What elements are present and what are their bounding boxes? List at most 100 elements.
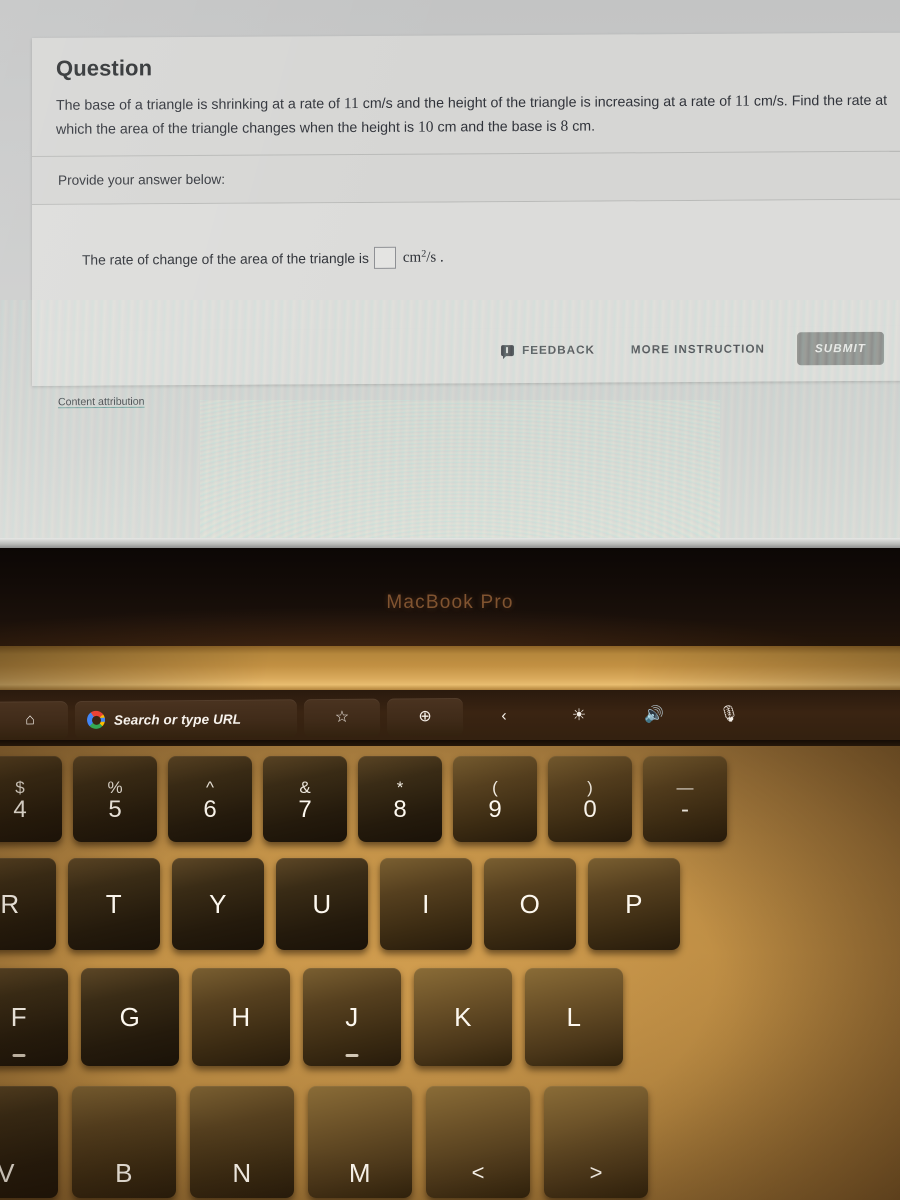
rate-height-value: 11 [734, 92, 750, 110]
unit-base: cm [402, 249, 422, 266]
key-r[interactable]: R [0, 858, 56, 950]
key-comma[interactable]: < [426, 1086, 530, 1198]
key-primary-label: M [348, 1157, 372, 1188]
screen-bottom-edge [0, 538, 900, 548]
touchbar-bookmark-button[interactable]: ☆ [303, 698, 381, 738]
unit-period: . [439, 249, 444, 266]
key-shift-label: — [676, 777, 694, 797]
key-primary-label: 7 [298, 795, 312, 823]
key-primary-label: K [454, 1001, 472, 1032]
touchbar-home-button[interactable]: ⌂ [0, 701, 69, 740]
touchbar-new-tab-button[interactable]: ⊕ [386, 697, 464, 737]
key-j[interactable]: J [303, 968, 401, 1066]
key-primary-label: J [345, 1001, 359, 1032]
key-shift-label: ^ [206, 777, 214, 797]
answer-prompt-label: The rate of change of the area of the tr… [82, 250, 369, 268]
key-primary-label: 8 [393, 795, 407, 823]
more-instruction-button-label: MORE INSTRUCTION [630, 342, 765, 357]
chevron-left-icon: ‹ [501, 707, 507, 725]
key-f[interactable]: F [0, 968, 68, 1066]
key-n[interactable]: N [190, 1086, 294, 1198]
answer-input[interactable] [373, 246, 396, 269]
key-8[interactable]: * 8 [358, 756, 442, 842]
action-button-row: FEEDBACK MORE INSTRUCTION SUBMIT [32, 325, 900, 386]
key-shift-label: % [107, 777, 123, 797]
key-primary-label: H [231, 1001, 251, 1032]
key-y[interactable]: Y [172, 858, 264, 950]
key-k[interactable]: K [414, 968, 512, 1066]
touchbar-brightness-button[interactable]: ☀ [545, 697, 613, 736]
key-primary-label: G [119, 1001, 141, 1032]
rate-base-value: 11 [343, 95, 359, 113]
key-shift-label: ( [492, 777, 498, 797]
key-primary-label: B [115, 1157, 133, 1188]
key-primary-label: 4 [13, 795, 27, 823]
touch-bar: ⌂ Search or type URL ☆ ⊕ ‹ ☀ 🔊 🎙 [0, 690, 900, 746]
laptop-bezel: MacBook Pro [0, 548, 900, 646]
key-shift-label: * [396, 777, 404, 797]
height-value: 10 [418, 118, 434, 136]
more-instruction-button[interactable]: MORE INSTRUCTION [611, 332, 785, 366]
key-primary-label: I [422, 888, 430, 919]
key-primary-label: P [625, 888, 643, 919]
key-primary-label: 9 [488, 795, 502, 823]
question-text-part1: The base of a triangle is shrinking at a… [56, 96, 344, 114]
key-primary-label: R [0, 888, 20, 919]
touchbar-back-button[interactable]: ‹ [470, 697, 538, 736]
answer-line: The rate of change of the area of the tr… [56, 244, 888, 271]
key-primary-label: 0 [583, 795, 597, 823]
key-h[interactable]: H [192, 968, 290, 1066]
unit-denominator: /s [426, 249, 437, 266]
key-7[interactable]: & 7 [263, 756, 347, 842]
key-i[interactable]: I [380, 858, 472, 950]
key-m[interactable]: M [308, 1086, 412, 1198]
key--[interactable]: — - [643, 756, 727, 842]
answer-section: The rate of change of the area of the tr… [32, 199, 900, 331]
key-primary-label: U [312, 888, 332, 919]
google-logo-icon [86, 710, 106, 729]
key-primary-label: V [0, 1157, 15, 1188]
question-text-part2: cm/s and the height of the triangle is i… [358, 93, 735, 113]
keyboard-number-row: $4% 5 ^ 6 & 7 * 8(9) 0— - [0, 756, 727, 842]
laptop-hinge-shadow [0, 646, 900, 690]
key-primary-label: L [566, 1001, 582, 1032]
key-primary-label: - [681, 795, 689, 823]
key-4[interactable]: $4 [0, 756, 62, 842]
touchbar-volume-button[interactable]: 🔊 [620, 696, 688, 735]
key-p[interactable]: P [588, 858, 680, 950]
key-0[interactable]: ) 0 [548, 756, 632, 842]
key-6[interactable]: ^ 6 [168, 756, 252, 842]
key-shift-label: $ [15, 777, 25, 797]
macbook-pro-brand-label: MacBook Pro [386, 592, 514, 613]
key-primary-label: 6 [203, 795, 217, 823]
home-row-bump-indicator [12, 1054, 26, 1057]
key-9[interactable]: (9 [453, 756, 537, 842]
key-5[interactable]: % 5 [73, 756, 157, 842]
key-o[interactable]: O [484, 858, 576, 950]
question-card: Question The base of a triangle is shrin… [32, 32, 900, 386]
feedback-button[interactable]: FEEDBACK [485, 333, 611, 367]
touchbar-mic-button[interactable]: 🎙 [695, 696, 763, 735]
key-v[interactable]: V [0, 1086, 58, 1198]
key-primary-label: Y [209, 888, 227, 919]
key-primary-label: T [105, 888, 123, 919]
key-b[interactable]: B [72, 1086, 176, 1198]
key-primary-label: 5 [108, 795, 122, 823]
key-primary-label: < [471, 1160, 485, 1185]
key-g[interactable]: G [81, 968, 179, 1066]
key-t[interactable]: T [68, 858, 160, 950]
search-placeholder-label: Search or type URL [113, 711, 242, 728]
touch-bar-strip: ⌂ Search or type URL ☆ ⊕ ‹ ☀ 🔊 🎙 [0, 692, 900, 741]
content-attribution-link[interactable]: Content attribution [58, 396, 145, 409]
key-l[interactable]: L [525, 968, 623, 1066]
volume-speaker-icon: 🔊 [643, 706, 665, 724]
key-primary-label: > [589, 1160, 603, 1185]
microphone-icon: 🎙 [718, 705, 740, 723]
provide-answer-label: Provide your answer below: [58, 171, 225, 188]
keyboard-deck: $4% 5 ^ 6 & 7 * 8(9) 0— - RTYUIOP FGHJKL V B N M < > [0, 746, 900, 1200]
touchbar-search-field[interactable]: Search or type URL [74, 699, 298, 739]
key-u[interactable]: U [276, 858, 368, 950]
keyboard-qwerty-row: RTYUIOP [0, 858, 680, 950]
submit-button[interactable]: SUBMIT [796, 331, 884, 366]
key-period[interactable]: > [544, 1086, 648, 1198]
